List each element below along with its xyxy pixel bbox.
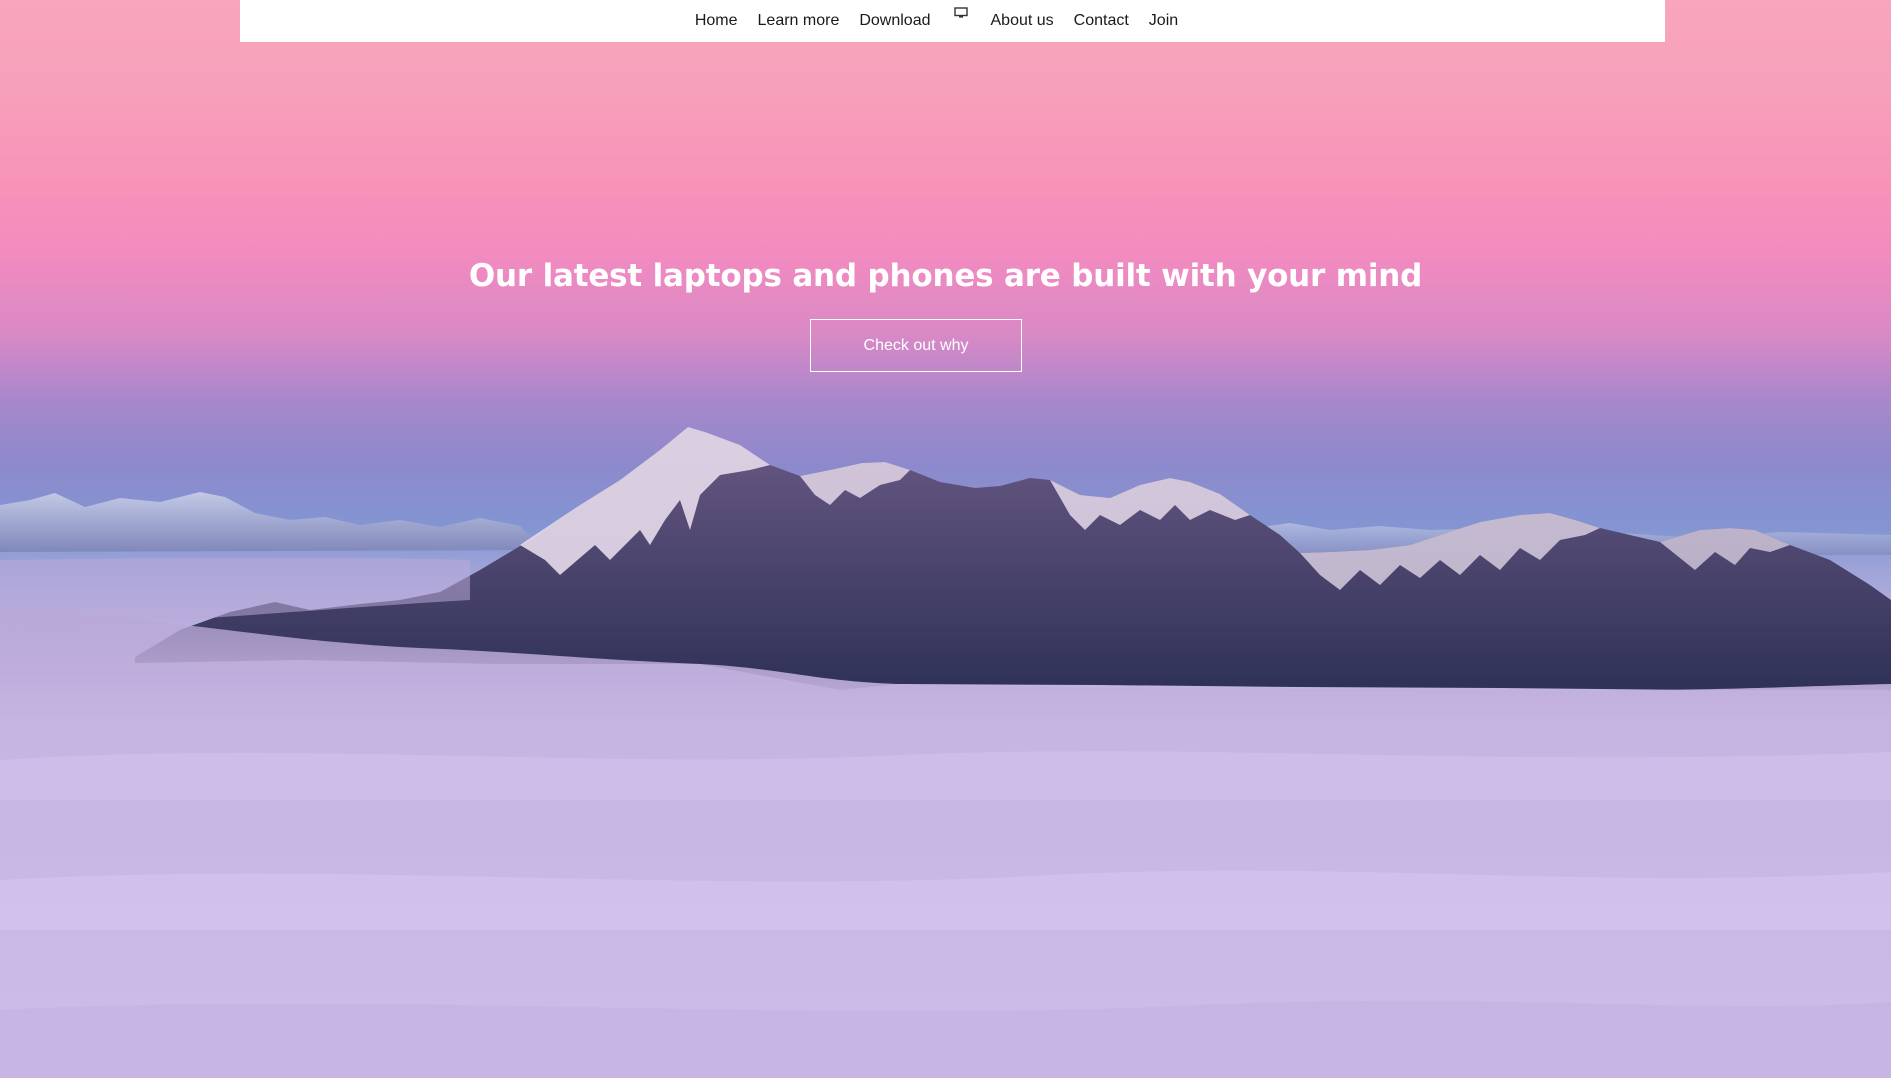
check-out-why-button[interactable]: Check out why bbox=[810, 319, 1022, 372]
landing-page: Home Learn more Download About us Contac… bbox=[0, 0, 1891, 1078]
mountain-background-image bbox=[0, 427, 1891, 1078]
nav-link-about-us[interactable]: About us bbox=[991, 12, 1054, 30]
nav-link-download[interactable]: Download bbox=[859, 12, 930, 30]
nav-link-learn-more[interactable]: Learn more bbox=[758, 12, 840, 30]
hero-title: Our latest laptops and phones are built … bbox=[468, 258, 1423, 294]
hero-section: Our latest laptops and phones are built … bbox=[0, 258, 1891, 294]
top-navbar: Home Learn more Download About us Contac… bbox=[240, 0, 1665, 42]
nav-link-home[interactable]: Home bbox=[695, 12, 738, 30]
nav-link-join[interactable]: Join bbox=[1149, 12, 1178, 30]
monitor-icon[interactable] bbox=[951, 7, 971, 27]
nav-link-contact[interactable]: Contact bbox=[1074, 12, 1129, 30]
nav-links: Home Learn more Download About us Contac… bbox=[695, 7, 1178, 30]
